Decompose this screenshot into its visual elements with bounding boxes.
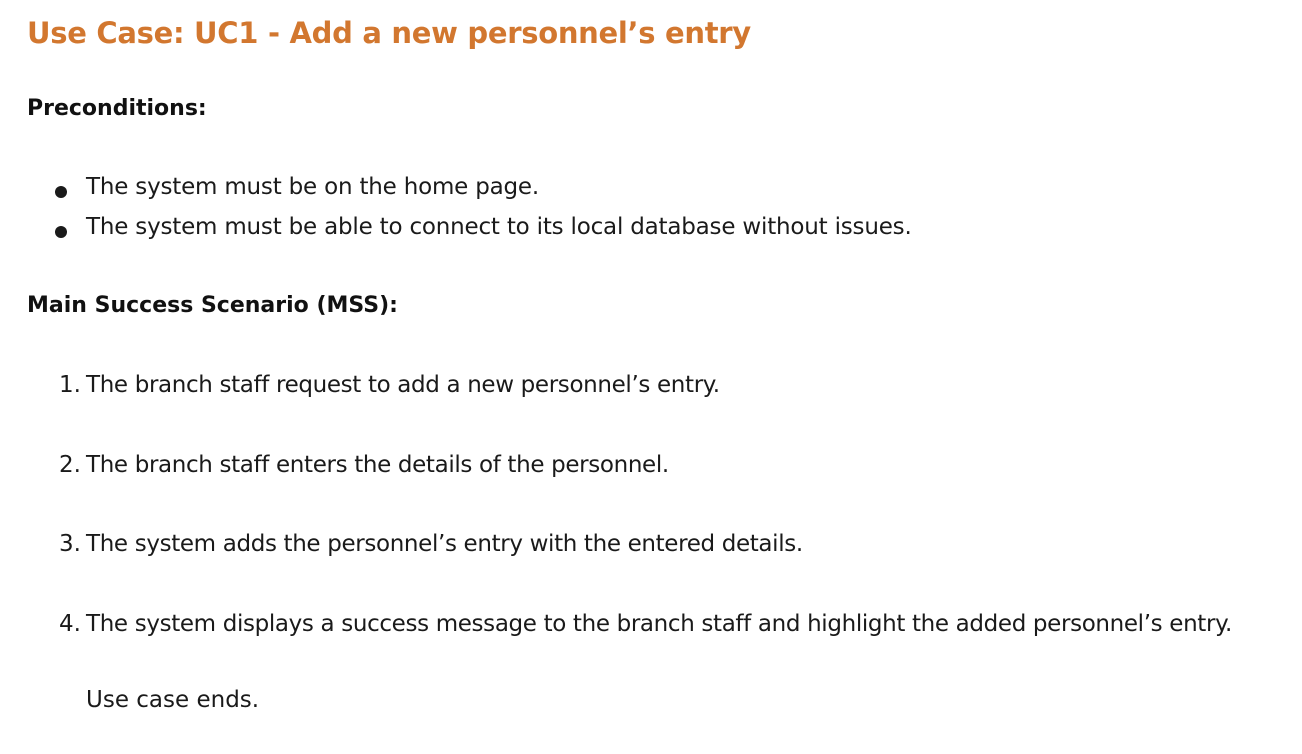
use-case-ends-text: Use case ends. <box>86 687 260 713</box>
precondition-text: The system must be able to connect to it… <box>86 214 912 240</box>
document-page: Use Case: UC1 - Add a new personnel’s en… <box>0 0 1302 754</box>
step-text: The system displays a success message to… <box>86 610 1233 637</box>
bullet-icon <box>55 226 67 238</box>
step-number: 4. <box>59 610 81 637</box>
step-number: 1. <box>59 372 81 398</box>
step-number: 2. <box>59 451 81 478</box>
preconditions-heading: Preconditions: <box>27 96 207 121</box>
precondition-text: The system must be on the home page. <box>86 174 539 200</box>
mss-heading: Main Success Scenario (MSS): <box>27 293 398 318</box>
step-number: 3. <box>59 531 81 557</box>
bullet-icon <box>55 186 67 198</box>
step-text: The system adds the personnel’s entry wi… <box>86 531 803 557</box>
step-text: The branch staff enters the details of t… <box>86 451 669 478</box>
step-text: The branch staff request to add a new pe… <box>86 372 720 398</box>
use-case-title: Use Case: UC1 - Add a new personnel’s en… <box>27 16 751 50</box>
